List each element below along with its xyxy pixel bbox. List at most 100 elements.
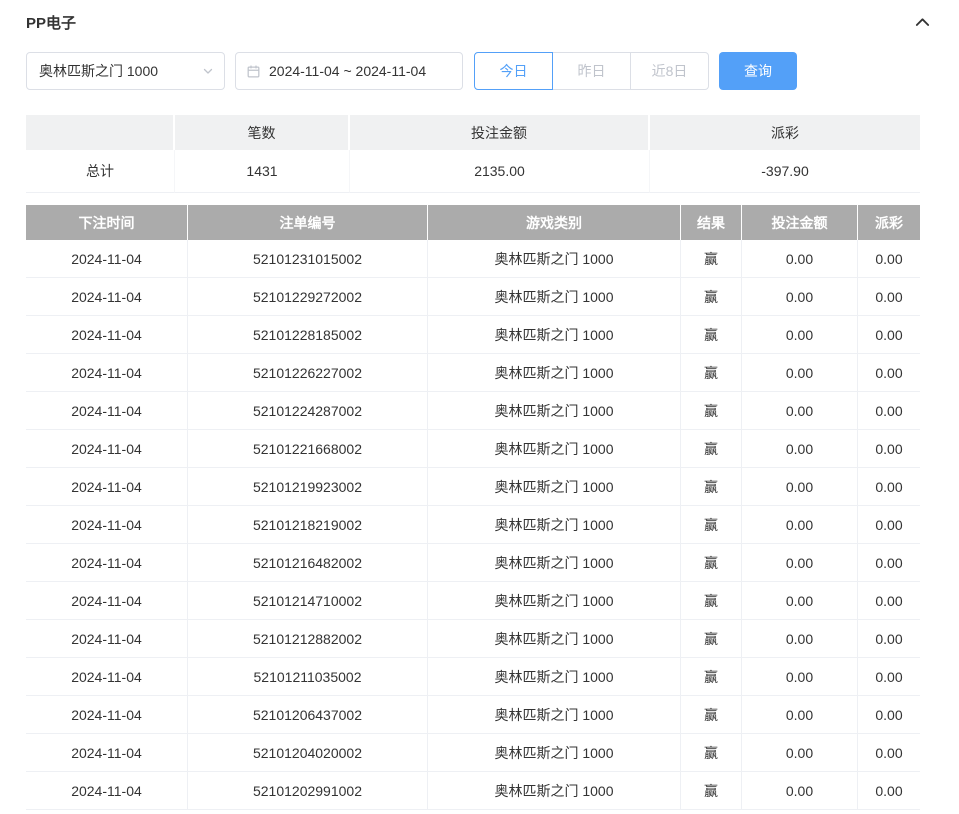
cell-order-no: 52101214710002 (188, 582, 428, 620)
cell-payout: 0.00 (858, 354, 920, 392)
cell-game-type: 奥林匹斯之门 1000 (428, 468, 681, 506)
cell-game-type: 奥林匹斯之门 1000 (428, 620, 681, 658)
table-row: 2024-11-04 52101229272002 奥林匹斯之门 1000 赢 … (26, 278, 920, 316)
cell-payout: 0.00 (858, 506, 920, 544)
cell-bet-time: 2024-11-04 (26, 506, 188, 544)
cell-result: 赢 (681, 544, 742, 582)
game-select-value: 奥林匹斯之门 1000 (39, 61, 158, 81)
cell-bet-time: 2024-11-04 (26, 544, 188, 582)
cell-bet-time: 2024-11-04 (26, 430, 188, 468)
cell-result: 赢 (681, 240, 742, 278)
cell-result: 赢 (681, 620, 742, 658)
col-header-bet-time: 下注时间 (26, 205, 188, 240)
cell-order-no: 52101216482002 (188, 544, 428, 582)
col-header-game-type: 游戏类别 (428, 205, 681, 240)
cell-bet-amount: 0.00 (742, 430, 858, 468)
cell-order-no: 52101202991002 (188, 772, 428, 810)
cell-payout: 0.00 (858, 696, 920, 734)
col-header-result: 结果 (681, 205, 742, 240)
cell-game-type: 奥林匹斯之门 1000 (428, 354, 681, 392)
col-header-payout: 派彩 (858, 205, 920, 240)
cell-game-type: 奥林匹斯之门 1000 (428, 658, 681, 696)
cell-result: 赢 (681, 430, 742, 468)
cell-game-type: 奥林匹斯之门 1000 (428, 582, 681, 620)
cell-bet-time: 2024-11-04 (26, 696, 188, 734)
summary-total-bet-amount: 2135.00 (350, 150, 650, 193)
cell-bet-time: 2024-11-04 (26, 278, 188, 316)
cell-game-type: 奥林匹斯之门 1000 (428, 278, 681, 316)
page-title: PP电子 (26, 12, 76, 33)
table-row: 2024-11-04 52101219923002 奥林匹斯之门 1000 赢 … (26, 468, 920, 506)
cell-game-type: 奥林匹斯之门 1000 (428, 240, 681, 278)
cell-payout: 0.00 (858, 658, 920, 696)
col-header-order-no: 注单编号 (188, 205, 428, 240)
cell-bet-time: 2024-11-04 (26, 658, 188, 696)
cell-game-type: 奥林匹斯之门 1000 (428, 772, 681, 810)
cell-bet-amount: 0.00 (742, 354, 858, 392)
cell-bet-amount: 0.00 (742, 582, 858, 620)
cell-result: 赢 (681, 582, 742, 620)
cell-payout: 0.00 (858, 620, 920, 658)
filter-bar: 奥林匹斯之门 1000 2024-11-04 ~ 2024-11-04 今日 昨… (26, 52, 933, 90)
summary-table: 笔数 投注金额 派彩 总计 1431 2135.00 -397.90 (26, 115, 920, 193)
cell-result: 赢 (681, 468, 742, 506)
cell-payout: 0.00 (858, 430, 920, 468)
cell-payout: 0.00 (858, 316, 920, 354)
date-range-value: 2024-11-04 ~ 2024-11-04 (269, 63, 426, 79)
table-row: 2024-11-04 52101202991002 奥林匹斯之门 1000 赢 … (26, 772, 920, 810)
summary-total-row: 总计 1431 2135.00 -397.90 (26, 150, 920, 193)
table-row: 2024-11-04 52101228185002 奥林匹斯之门 1000 赢 … (26, 316, 920, 354)
cell-bet-amount: 0.00 (742, 316, 858, 354)
cell-payout: 0.00 (858, 734, 920, 772)
cell-order-no: 52101224287002 (188, 392, 428, 430)
table-row: 2024-11-04 52101216482002 奥林匹斯之门 1000 赢 … (26, 544, 920, 582)
table-row: 2024-11-04 52101226227002 奥林匹斯之门 1000 赢 … (26, 354, 920, 392)
records-header-row: 下注时间 注单编号 游戏类别 结果 投注金额 派彩 (26, 205, 920, 240)
cell-order-no: 52101206437002 (188, 696, 428, 734)
cell-result: 赢 (681, 658, 742, 696)
cell-result: 赢 (681, 392, 742, 430)
game-select[interactable]: 奥林匹斯之门 1000 (26, 52, 225, 90)
cell-bet-time: 2024-11-04 (26, 468, 188, 506)
cell-payout: 0.00 (858, 582, 920, 620)
summary-total-payout: -397.90 (650, 150, 920, 193)
summary-header-payout: 派彩 (650, 115, 920, 150)
date-range-input[interactable]: 2024-11-04 ~ 2024-11-04 (235, 52, 463, 90)
summary-header-empty (26, 115, 175, 150)
cell-order-no: 52101229272002 (188, 278, 428, 316)
cell-game-type: 奥林匹斯之门 1000 (428, 392, 681, 430)
table-row: 2024-11-04 52101218219002 奥林匹斯之门 1000 赢 … (26, 506, 920, 544)
col-header-bet-amount: 投注金额 (742, 205, 858, 240)
query-button[interactable]: 查询 (719, 52, 797, 90)
cell-bet-time: 2024-11-04 (26, 354, 188, 392)
cell-payout: 0.00 (858, 772, 920, 810)
collapse-button[interactable] (912, 12, 933, 33)
cell-payout: 0.00 (858, 544, 920, 582)
cell-bet-amount: 0.00 (742, 506, 858, 544)
cell-order-no: 52101228185002 (188, 316, 428, 354)
summary-total-count: 1431 (175, 150, 350, 193)
today-button[interactable]: 今日 (474, 52, 553, 90)
cell-payout: 0.00 (858, 240, 920, 278)
cell-bet-amount: 0.00 (742, 392, 858, 430)
cell-game-type: 奥林匹斯之门 1000 (428, 544, 681, 582)
cell-bet-time: 2024-11-04 (26, 734, 188, 772)
cell-bet-amount: 0.00 (742, 620, 858, 658)
summary-header-count: 笔数 (175, 115, 350, 150)
summary-header-row: 笔数 投注金额 派彩 (26, 115, 920, 150)
cell-game-type: 奥林匹斯之门 1000 (428, 316, 681, 354)
cell-order-no: 52101218219002 (188, 506, 428, 544)
quick-range-button-group: 今日 昨日 近8日 (474, 52, 709, 90)
cell-bet-amount: 0.00 (742, 240, 858, 278)
cell-payout: 0.00 (858, 392, 920, 430)
cell-payout: 0.00 (858, 468, 920, 506)
cell-order-no: 52101212882002 (188, 620, 428, 658)
cell-bet-amount: 0.00 (742, 278, 858, 316)
table-row: 2024-11-04 52101224287002 奥林匹斯之门 1000 赢 … (26, 392, 920, 430)
cell-game-type: 奥林匹斯之门 1000 (428, 506, 681, 544)
last-8-days-button[interactable]: 近8日 (630, 52, 709, 90)
yesterday-button[interactable]: 昨日 (552, 52, 631, 90)
caret-down-icon (202, 65, 214, 77)
cell-game-type: 奥林匹斯之门 1000 (428, 734, 681, 772)
cell-bet-amount: 0.00 (742, 658, 858, 696)
